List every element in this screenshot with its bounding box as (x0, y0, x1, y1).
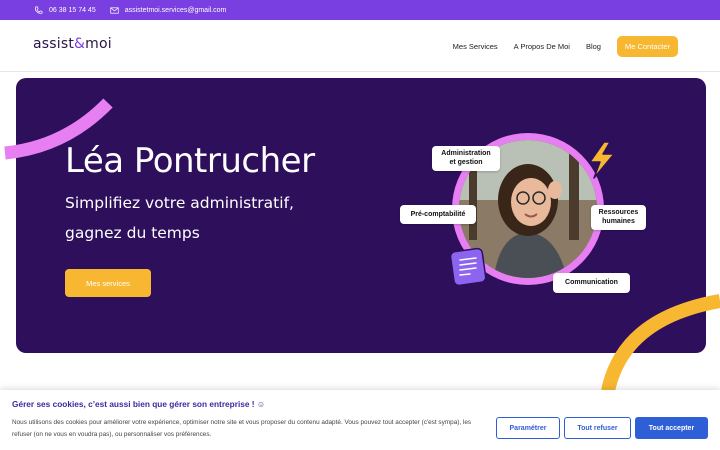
document-icon (449, 247, 487, 287)
contact-button[interactable]: Me Contacter (616, 36, 678, 57)
tag-administration: Administration et gestion (432, 146, 500, 171)
phone-number: 06 38 15 74 45 (49, 6, 96, 14)
mail-icon (110, 6, 119, 14)
phone-icon (34, 6, 43, 14)
email-contact[interactable]: assistetmoi.services@gmail.com (110, 6, 227, 15)
hero-subtitle-line2: gagnez du temps (65, 224, 200, 242)
cookie-banner: Gérer ses cookies, c’est aussi bien que … (0, 390, 720, 450)
logo-text-1: assist (33, 36, 75, 52)
cookie-title: Gérer ses cookies, c’est aussi bien que … (12, 399, 266, 409)
site-header: assist&moi Mes Services A Propos De Moi … (0, 20, 720, 72)
cookie-settings-button[interactable]: Paramétrer (496, 417, 560, 439)
logo-text-2: moi (85, 36, 112, 52)
pink-arc-decoration (4, 98, 113, 160)
tag-ressources-humaines: Ressources humaines (591, 205, 646, 230)
site-logo[interactable]: assist&moi (33, 36, 112, 52)
nav-blog[interactable]: Blog (586, 42, 601, 51)
main-nav: Mes Services A Propos De Moi Blog Me Con… (453, 36, 678, 57)
tag-admin-line2: et gestion (449, 159, 483, 167)
nav-services[interactable]: Mes Services (453, 42, 498, 51)
cookie-accept-button[interactable]: Tout accepter (635, 417, 708, 439)
tag-pre-comptabilite: Pré-comptabilité (400, 205, 476, 224)
nav-about[interactable]: A Propos De Moi (514, 42, 570, 51)
logo-ampersand: & (74, 36, 86, 52)
hero-services-button[interactable]: Mes services (65, 269, 151, 297)
lightning-bolt-icon (589, 141, 615, 179)
phone-contact[interactable]: 06 38 15 74 45 (34, 6, 96, 15)
email-address: assistetmoi.services@gmail.com (124, 6, 227, 14)
cookie-refuse-button[interactable]: Tout refuser (564, 417, 631, 439)
tag-rh-line1: Ressources (598, 209, 639, 216)
top-contact-bar: 06 38 15 74 45 assistetmoi.services@gmai… (0, 0, 720, 20)
tag-rh-line2: humaines (602, 218, 635, 226)
hero-subtitle-line1: Simplifiez votre administratif, (65, 194, 294, 212)
tag-communication: Communication (553, 273, 630, 293)
tag-admin-line1: Administration (441, 150, 491, 157)
cookie-description: Nous utilisons des cookies pour améliore… (12, 419, 472, 438)
yellow-arc-decoration (601, 294, 720, 393)
